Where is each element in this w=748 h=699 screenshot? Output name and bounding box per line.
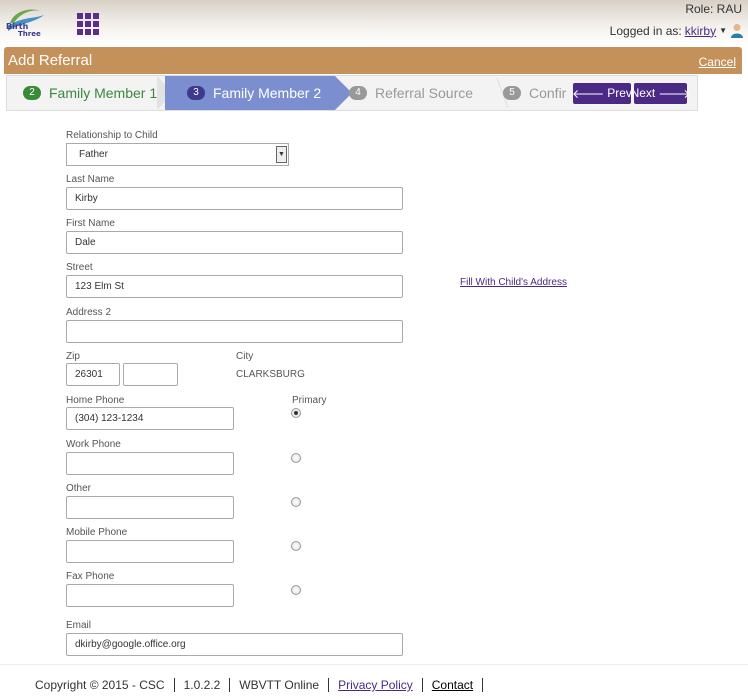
last-name-input[interactable]: Kirby bbox=[66, 187, 403, 210]
app-grid-icon[interactable] bbox=[77, 13, 99, 35]
prev-button[interactable]: 🡐 Prev bbox=[572, 82, 632, 104]
wizard-step-referral-source[interactable]: 4 Referral Source bbox=[349, 76, 473, 110]
chevron-down-icon: ▼ bbox=[276, 146, 287, 163]
arrow-left-icon: 🡐 bbox=[572, 86, 605, 101]
mobile-phone-label: Mobile Phone bbox=[66, 527, 128, 538]
step-label: Family Member 2 bbox=[213, 85, 322, 101]
primary-radio-home[interactable] bbox=[291, 408, 301, 418]
email-label: Email bbox=[66, 620, 92, 631]
relationship-label: Relationship to Child bbox=[66, 130, 158, 141]
city-label: City bbox=[236, 351, 254, 362]
birth-to-three-logo[interactable]: Birth Three bbox=[4, 3, 46, 39]
page-title-bar: Add Referral Cancel bbox=[4, 47, 742, 74]
home-phone-input[interactable]: (304) 123-1234 bbox=[66, 407, 234, 430]
next-button[interactable]: Next 🡒 bbox=[630, 82, 691, 104]
wizard-nav: 🡐 Prev Next 🡒 bbox=[568, 76, 697, 110]
step-number: 4 bbox=[349, 86, 367, 100]
primary-radio-mobile[interactable] bbox=[291, 541, 301, 551]
privacy-policy-link[interactable]: Privacy Policy bbox=[338, 678, 413, 692]
version-text: 1.0.2.2 bbox=[175, 678, 231, 692]
city-value: CLARKSBURG bbox=[236, 369, 305, 380]
user-icon[interactable] bbox=[730, 23, 744, 38]
zip-input[interactable]: 26301 bbox=[66, 363, 120, 386]
prev-label: Prev bbox=[607, 86, 632, 100]
step-label: Referral Source bbox=[375, 85, 474, 101]
fill-with-child-address-link[interactable]: Fill With Child's Address bbox=[460, 277, 567, 288]
cancel-link[interactable]: Cancel bbox=[699, 55, 736, 69]
primary-radio-fax[interactable] bbox=[291, 585, 301, 595]
privacy-policy-item: Privacy Policy bbox=[329, 678, 423, 692]
wizard-step-family-member-1[interactable]: 2 Family Member 1 bbox=[23, 76, 157, 110]
relationship-select[interactable]: Father ▼ bbox=[66, 143, 289, 166]
primary-radio-other[interactable] bbox=[291, 497, 301, 507]
chevron-down-icon[interactable]: ▼ bbox=[719, 26, 727, 35]
contact-item: Contact bbox=[423, 678, 484, 692]
other-phone-input[interactable] bbox=[66, 496, 234, 519]
logged-in-info: Logged in as: kkirby ▼ bbox=[610, 23, 744, 38]
username-link[interactable]: kkirby bbox=[685, 24, 716, 38]
page-footer: Copyright © 2015 - CSC 1.0.2.2 WBVTT Onl… bbox=[0, 664, 748, 699]
step-number: 5 bbox=[503, 86, 521, 100]
zip-ext-input[interactable] bbox=[123, 363, 178, 386]
next-label: Next bbox=[630, 86, 656, 100]
step-number: 2 bbox=[23, 86, 41, 100]
wizard-steps: 2 Family Member 1 3 Family Member 2 4 Re… bbox=[6, 75, 698, 111]
primary-label: Primary bbox=[292, 395, 327, 406]
work-phone-label: Work Phone bbox=[66, 439, 121, 450]
role-text: Role: RAU bbox=[685, 2, 742, 16]
step-label: Confir bbox=[529, 85, 567, 101]
first-name-input[interactable]: Dale bbox=[66, 231, 403, 254]
mobile-phone-input[interactable] bbox=[66, 540, 234, 563]
street-label: Street bbox=[66, 262, 93, 273]
other-phone-label: Other bbox=[66, 483, 92, 494]
email-input[interactable]: dkirby@google.office.org bbox=[66, 633, 403, 656]
work-phone-input[interactable] bbox=[66, 452, 234, 475]
zip-label: Zip bbox=[66, 351, 80, 362]
copyright-text: Copyright © 2015 - CSC bbox=[35, 678, 175, 692]
contact-link[interactable]: Contact bbox=[432, 678, 473, 692]
last-name-label: Last Name bbox=[66, 174, 115, 185]
app-name-text: WBVTT Online bbox=[230, 678, 330, 692]
page-title: Add Referral bbox=[8, 52, 93, 69]
svg-text:Three: Three bbox=[18, 30, 41, 38]
address2-input[interactable] bbox=[66, 320, 403, 343]
logged-in-label: Logged in as: bbox=[609, 23, 682, 38]
fax-phone-label: Fax Phone bbox=[66, 571, 115, 582]
fax-phone-input[interactable] bbox=[66, 584, 234, 607]
relationship-value: Father bbox=[79, 149, 108, 160]
top-header: Birth Three Role: RAU Logged in as: kkir… bbox=[0, 0, 748, 44]
arrow-right-icon: 🡒 bbox=[658, 86, 691, 101]
wizard-step-family-member-2[interactable]: 3 Family Member 2 bbox=[165, 76, 352, 110]
address2-label: Address 2 bbox=[66, 307, 112, 318]
wizard-step-confirm[interactable]: 5 Confir bbox=[503, 76, 566, 110]
step-label: Family Member 1 bbox=[49, 85, 158, 101]
first-name-label: First Name bbox=[66, 218, 115, 229]
step-number: 3 bbox=[187, 86, 205, 100]
home-phone-label: Home Phone bbox=[66, 395, 125, 406]
street-input[interactable]: 123 Elm St bbox=[66, 275, 403, 298]
primary-radio-work[interactable] bbox=[291, 453, 301, 463]
